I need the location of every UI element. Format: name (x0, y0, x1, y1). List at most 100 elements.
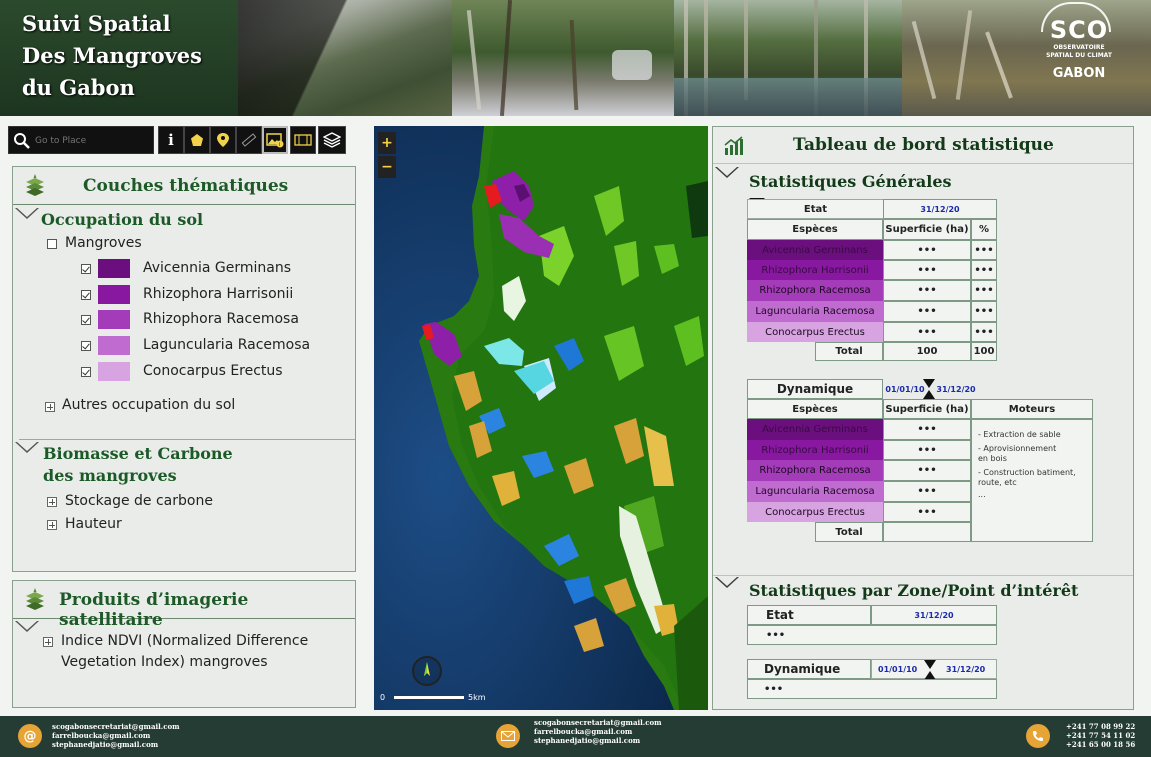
collapse-produits-toggle[interactable] (15, 621, 39, 633)
layers-stack-icon (26, 588, 44, 610)
etat-pct-cell: ••• (971, 280, 997, 301)
species-color-swatch (98, 310, 130, 329)
etat-label: Etat (747, 199, 883, 219)
species-label: Avicennia Germinans (143, 260, 292, 276)
footer-email[interactable]: scogabonsecretariat@gmail.com (534, 718, 662, 727)
species-checkbox[interactable] (81, 290, 91, 300)
svg-text:i: i (279, 142, 280, 148)
sco-logo: SCO OBSERVATOIRE SPATIAL DU CLIMAT GABON (1029, 2, 1129, 81)
chart-growth-icon (724, 136, 743, 155)
expand-ndvi-toggle[interactable] (43, 637, 53, 647)
etat-superficie-cell: ••• (883, 280, 971, 301)
etat-pct-cell: ••• (971, 301, 997, 322)
moteur-item: - Aprovisionnement en bois (978, 444, 1057, 463)
site-title-line-2: Des Mangroves (22, 43, 202, 68)
collapse-biomasse-toggle[interactable] (15, 442, 39, 454)
dyn-col-especes-header: Espèces (747, 399, 883, 419)
expand-stockage-toggle[interactable] (47, 497, 57, 507)
info-button[interactable]: i (158, 126, 184, 154)
etat-superficie-cell: ••• (883, 240, 971, 260)
layers-icon (323, 132, 341, 148)
logo-line2: SPATIAL DU CLIMAT (1046, 52, 1112, 59)
film-button[interactable] (290, 126, 316, 154)
dyn-col-superficie-header: Superficie (ha) (883, 399, 971, 419)
scale-start-label: 0 (380, 693, 386, 702)
zoom-in-button[interactable]: + (378, 132, 396, 154)
generales-title: Statistiques Générales (749, 172, 952, 191)
image-info-button[interactable]: i (262, 126, 288, 154)
pin-button[interactable] (210, 126, 236, 154)
species-checkbox[interactable] (81, 264, 91, 274)
layers-stack-icon (26, 174, 44, 196)
polygon-button[interactable] (184, 126, 210, 154)
zone-dyn-value: ••• (747, 679, 997, 699)
map-view[interactable]: + − 0 5km (374, 126, 708, 710)
zone-etat-date: 31/12/20 (871, 605, 997, 625)
expand-hauteur-toggle[interactable] (47, 520, 57, 530)
collapse-zone-toggle[interactable] (715, 577, 739, 589)
measure-button[interactable] (236, 126, 262, 154)
dyn-species-cell: Rhizophora Harrisonii (747, 440, 883, 460)
satellite-products-panel: Produits d’imagerie satellitaire Indice … (12, 580, 356, 708)
etat-pct-cell: ••• (971, 322, 997, 342)
search-input[interactable] (35, 131, 151, 151)
header-banner: Suivi Spatial Des Mangroves du Gabon SCO… (0, 0, 1151, 116)
ruler-icon (241, 133, 257, 147)
etat-species-cell: Rhizophora Racemosa (747, 280, 883, 301)
search-box (8, 126, 154, 154)
search-icon[interactable] (13, 132, 31, 150)
statistics-dashboard-panel: Tableau de bord statistique Statistiques… (712, 126, 1134, 710)
species-checkbox[interactable] (81, 315, 91, 325)
logo-country: GABON (1052, 66, 1106, 81)
moteur-item: - Extraction de sable (978, 430, 1061, 439)
biomasse-title-line-1: Biomasse et Carbone (43, 444, 233, 463)
etat-pct-cell: ••• (971, 240, 997, 260)
moteur-item: ... (978, 490, 986, 499)
zone-dyn-date-to: 31/12/20 (946, 664, 986, 674)
etat-total-superficie: 100 (883, 342, 971, 361)
zone-dyn-dates: 01/01/10 31/12/20 (871, 659, 997, 680)
zone-etat-label: Etat (747, 605, 871, 625)
footer-phones: +241 77 08 99 22 +241 77 54 11 02 +241 6… (1066, 722, 1135, 749)
footer-phone[interactable]: +241 77 08 99 22 (1066, 722, 1135, 731)
film-icon (294, 134, 312, 146)
footer-phone[interactable]: +241 65 00 18 56 (1066, 740, 1135, 749)
etat-date: 31/12/20 (883, 199, 997, 219)
statistics-title: Tableau de bord statistique (793, 135, 1054, 155)
etat-species-cell: Rhizophora Harrisonii (747, 260, 883, 280)
stockage-carbone-label: Stockage de carbone (65, 493, 213, 509)
footer-email[interactable]: stephanedjatio@gmail.com (52, 740, 180, 749)
species-label: Laguncularia Racemosa (143, 337, 311, 353)
collapse-occupation-toggle[interactable] (15, 208, 39, 220)
species-color-swatch (98, 362, 130, 381)
scale-end-label: 5km (468, 693, 486, 702)
autres-occupation-label: Autres occupation du sol (62, 397, 236, 413)
site-title-line-3: du Gabon (22, 75, 135, 100)
moteur-item: - Construction batiment, route, etc (978, 468, 1076, 487)
layers-button[interactable] (318, 126, 346, 154)
footer-email[interactable]: farrelboucka@gmail.com (52, 731, 180, 740)
dyn-superficie-cell: ••• (883, 440, 971, 460)
species-color-swatch (98, 336, 130, 355)
info-icon: i (168, 131, 174, 149)
hauteur-label: Hauteur (65, 516, 122, 532)
thematic-layers-panel: Couches thématiques Occupation du sol Ma… (12, 166, 356, 572)
species-label: Rhizophora Harrisonii (143, 286, 294, 302)
footer-email[interactable]: farrelboucka@gmail.com (534, 727, 662, 736)
species-checkbox[interactable] (81, 367, 91, 377)
moteurs-cell: - Extraction de sable - Aprovisionnement… (971, 419, 1093, 542)
footer-email[interactable]: stephanedjatio@gmail.com (534, 736, 662, 745)
zone-dyn-date-from: 01/01/10 (878, 664, 918, 674)
footer-email[interactable]: scogabonsecretariat@gmail.com (52, 722, 180, 731)
collapse-generales-toggle[interactable] (715, 167, 739, 179)
north-arrow-icon (412, 656, 442, 686)
etat-species-cell: Laguncularia Racemosa (747, 301, 883, 322)
expand-autres-toggle[interactable] (45, 402, 55, 412)
dyn-species-cell: Rhizophora Racemosa (747, 460, 883, 481)
species-color-swatch (98, 259, 130, 278)
mangroves-checkbox[interactable] (47, 239, 57, 249)
species-checkbox[interactable] (81, 341, 91, 351)
footer-phone[interactable]: +241 77 54 11 02 (1066, 731, 1135, 740)
zoom-out-button[interactable]: − (378, 156, 396, 178)
mangrove-photo-3 (674, 0, 902, 116)
